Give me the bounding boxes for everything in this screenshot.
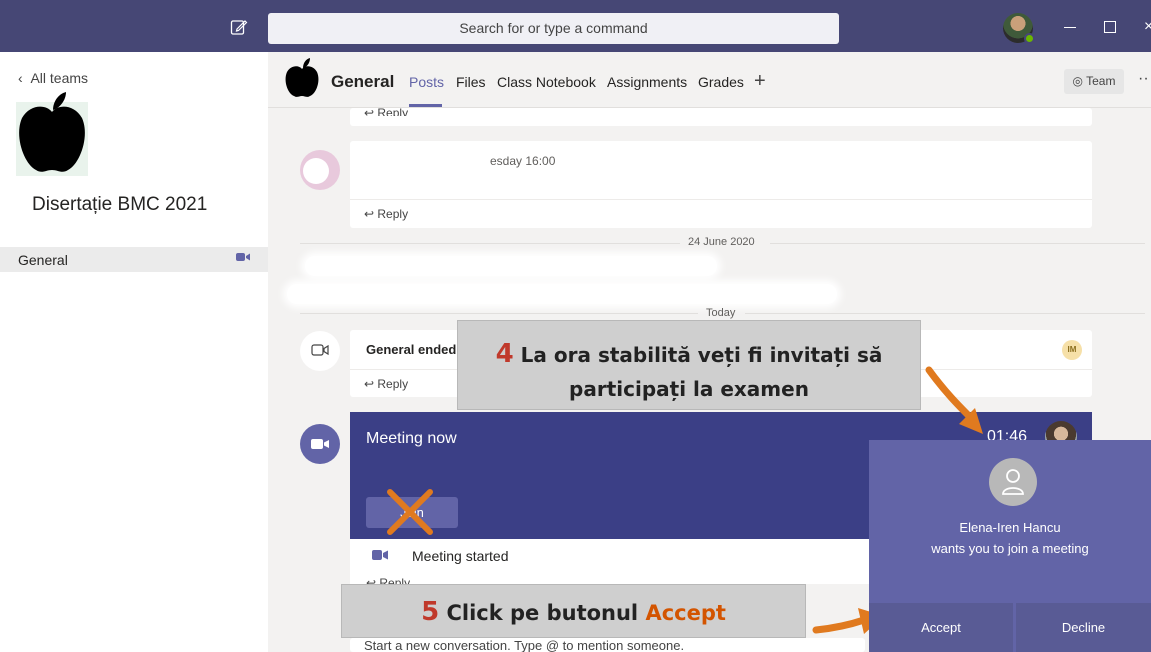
more-options-icon[interactable]: ·· <box>1138 70 1149 88</box>
compose-box[interactable]: Start a new conversation. Type @ to ment… <box>350 638 865 652</box>
video-camera-icon <box>311 439 329 449</box>
step-4-callout: 4 La ora stabilită veți fi invitați să p… <box>457 320 921 410</box>
cross-mark-icon <box>387 489 433 535</box>
divider <box>745 313 1145 314</box>
presence-available-icon <box>1024 33 1035 44</box>
person-icon <box>1002 469 1024 495</box>
tab-class-notebook[interactable]: Class Notebook <box>497 74 596 90</box>
avatar-inner <box>303 158 329 184</box>
add-tab-icon[interactable]: + <box>754 70 766 93</box>
redacted-content <box>305 256 717 276</box>
close-icon[interactable]: × <box>1144 18 1151 36</box>
reply-link[interactable]: ↩ Reply <box>350 199 1092 228</box>
team-button[interactable]: ◎ Team <box>1064 69 1124 94</box>
date-separator: 24 June 2020 <box>688 236 755 248</box>
toast-message: wants you to join a meeting <box>931 541 1089 556</box>
accept-button[interactable]: Accept <box>869 603 1013 652</box>
tab-assignments[interactable]: Assignments <box>607 74 687 90</box>
caller-name: Elena-Iren Hancu <box>959 520 1061 535</box>
minimize-icon[interactable] <box>1064 27 1076 28</box>
eye-icon: ◎ <box>1072 74 1087 88</box>
date-separator: Today <box>706 307 736 319</box>
video-camera-icon <box>311 344 329 356</box>
redacted-content <box>287 284 837 304</box>
initials-badge: IM <box>1062 340 1082 360</box>
divider <box>770 243 1145 244</box>
search-input[interactable]: Search for or type a command <box>268 13 839 44</box>
message-card <box>350 108 1092 126</box>
video-camera-icon <box>372 550 388 560</box>
step-5-callout: 5 Click pe butonul Accept <box>341 584 806 638</box>
video-camera-icon <box>236 253 250 261</box>
meeting-started-text: Meeting started <box>412 548 509 564</box>
reply-link[interactable]: ↩ Reply <box>364 106 408 116</box>
reply-link[interactable]: ↩ Reply <box>366 576 410 584</box>
all-teams-link[interactable]: ‹ All teams <box>18 70 88 86</box>
tab-files[interactable]: Files <box>456 74 486 90</box>
apple-logo-icon <box>285 58 319 97</box>
message-timestamp: esday 16:00 <box>490 154 556 168</box>
channel-title: General <box>331 72 395 91</box>
maximize-icon[interactable] <box>1104 21 1116 33</box>
tab-posts[interactable]: Posts <box>409 74 444 90</box>
divider <box>300 243 680 244</box>
meeting-title: Meeting now <box>366 430 457 447</box>
compose-icon[interactable] <box>230 18 248 36</box>
meeting-ended-text: General ended: <box>366 342 461 357</box>
divider <box>300 313 698 314</box>
arrow-to-notification-icon <box>925 366 983 434</box>
apple-logo-icon <box>16 92 88 176</box>
tab-grades[interactable]: Grades <box>698 74 744 90</box>
decline-button[interactable]: Decline <box>1016 603 1151 652</box>
chevron-left-icon: ‹ <box>18 70 31 86</box>
team-name: Disertație BMC 2021 <box>32 194 208 215</box>
channel-label: General <box>18 252 68 268</box>
active-tab-indicator <box>409 104 442 107</box>
